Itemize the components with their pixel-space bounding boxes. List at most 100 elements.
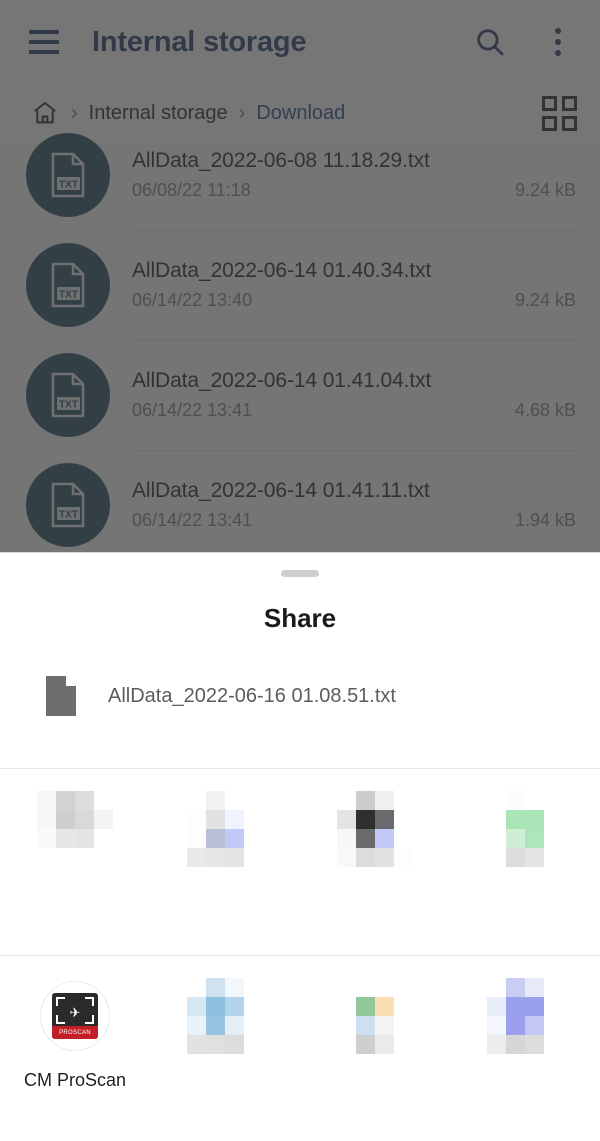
mosaic-pixel [356,829,375,848]
mosaic-pixel [525,1016,544,1035]
mosaic-pixel [356,810,375,829]
more-vertical-icon[interactable] [538,22,578,62]
file-size: 9.24 kB [514,180,576,200]
redacted-app-icon [337,791,413,867]
file-row[interactable]: TXT AllData_2022-06-14 01.40.34.txt 06/14/… [0,230,600,340]
share-bottom-sheet: Share AllData_2022-06-16 01.08.51.txt ✈ P… [0,552,600,1141]
search-icon[interactable] [470,22,510,62]
mosaic-pixel [487,829,506,848]
file-date: 06/14/22 13:40 [132,290,253,310]
page-title: Internal storage [92,25,307,58]
drag-handle-bar [281,569,319,577]
grid-cell [541,95,557,111]
txt-file-icon: TXT [26,133,110,217]
mosaic-pixel [37,829,56,848]
grid-cell [561,95,577,111]
mosaic-pixel [525,978,544,997]
mosaic-pixel [244,791,263,810]
share-target-redacted[interactable] [300,791,450,867]
mosaic-pixel [94,810,113,829]
file-size: 4.68 kB [514,400,576,420]
svg-text:TXT: TXT [59,399,78,410]
file-row[interactable]: TXT AllData_2022-06-08 11.18.29.txt 06/08/… [0,120,600,230]
svg-text:TXT: TXT [59,289,78,300]
mosaic-pixel [487,1035,506,1054]
mosaic-pixel [206,1016,225,1035]
mosaic-pixel [337,978,356,997]
mosaic-pixel [506,1016,525,1035]
file-row[interactable]: TXT AllData_2022-06-14 01.41.04.txt 06/14/… [0,340,600,450]
cm-proscan-icon: ✈ PROSCAN [40,981,110,1051]
mosaic-pixel [356,997,375,1016]
share-target-redacted[interactable] [0,791,150,867]
mosaic-pixel [206,810,225,829]
proscan-badge-text: PROSCAN [52,1026,98,1039]
mosaic-pixel [225,848,244,867]
mosaic-pixel [356,848,375,867]
share-target-cm-proscan[interactable]: ✈ PROSCAN CM ProScan [0,978,150,1091]
mosaic-pixel [487,848,506,867]
mosaic-pixel [525,829,544,848]
file-date: 06/14/22 13:41 [132,510,253,530]
hamburger-icon[interactable] [22,20,66,64]
mosaic-pixel [337,997,356,1016]
file-size: 1.94 kB [514,510,576,530]
app-bar-actions [470,22,578,62]
mosaic-pixel [525,848,544,867]
shared-file-row: AllData_2022-06-16 01.08.51.txt [0,634,600,726]
share-target-redacted[interactable] [450,791,600,867]
share-target-redacted[interactable] [150,791,300,867]
mosaic-pixel [506,978,525,997]
sheet-drag-handle[interactable] [0,553,600,593]
mosaic-pixel [337,1016,356,1035]
mosaic-pixel [506,848,525,867]
mosaic-pixel [487,978,506,997]
mosaic-pixel [394,978,413,997]
file-manager-background: Internal storage › Internal storage › Do… [0,0,600,552]
redacted-app-icon [487,978,563,1054]
file-row[interactable]: TXT AllData_2022-06-14 01.41.11.txt 06/14/… [0,450,600,552]
mosaic-pixel [506,810,525,829]
mosaic-pixel [394,997,413,1016]
mosaic-pixel [394,810,413,829]
svg-text:TXT: TXT [59,179,78,190]
mosaic-pixel [356,791,375,810]
cm-proscan-icon: ✈ PROSCAN [37,978,113,1054]
share-target-redacted[interactable] [300,978,450,1054]
mosaic-pixel [487,791,506,810]
mosaic-pixel [337,791,356,810]
mosaic-pixel [206,848,225,867]
mosaic-pixel [337,1035,356,1054]
mosaic-pixel [487,997,506,1016]
scan-corner [56,1015,65,1024]
mosaic-pixel [375,810,394,829]
mosaic-pixel [356,978,375,997]
scan-corner [85,997,94,1006]
share-target-redacted[interactable] [450,978,600,1054]
redacted-app-icon [337,978,413,1054]
hamburger-bar [29,40,59,44]
mosaic-pixel [544,1035,563,1054]
txt-file-icon: TXT [26,243,110,327]
mosaic-pixel [375,791,394,810]
mosaic-pixel [244,1035,263,1054]
scan-corner [85,1015,94,1024]
mosaic-pixel [225,1016,244,1035]
mosaic-pixel [375,978,394,997]
mosaic-pixel [187,978,206,997]
mosaic-pixel [544,791,563,810]
mosaic-pixel [244,978,263,997]
file-list[interactable]: TXT AllData_2022-06-08 11.18.29.txt 06/08/… [0,120,600,552]
mosaic-pixel [544,810,563,829]
file-name: AllData_2022-06-14 01.41.11.txt [132,479,430,502]
mosaic-pixel [225,978,244,997]
share-target-redacted[interactable] [150,978,300,1054]
shared-file-name: AllData_2022-06-16 01.08.51.txt [108,684,396,707]
mosaic-pixel [356,1016,375,1035]
mosaic-pixel [225,791,244,810]
file-size: 9.24 kB [514,290,576,310]
mosaic-pixel [225,1035,244,1054]
mosaic-pixel [94,848,113,867]
mosaic-pixel [94,791,113,810]
mosaic-pixel [244,997,263,1016]
